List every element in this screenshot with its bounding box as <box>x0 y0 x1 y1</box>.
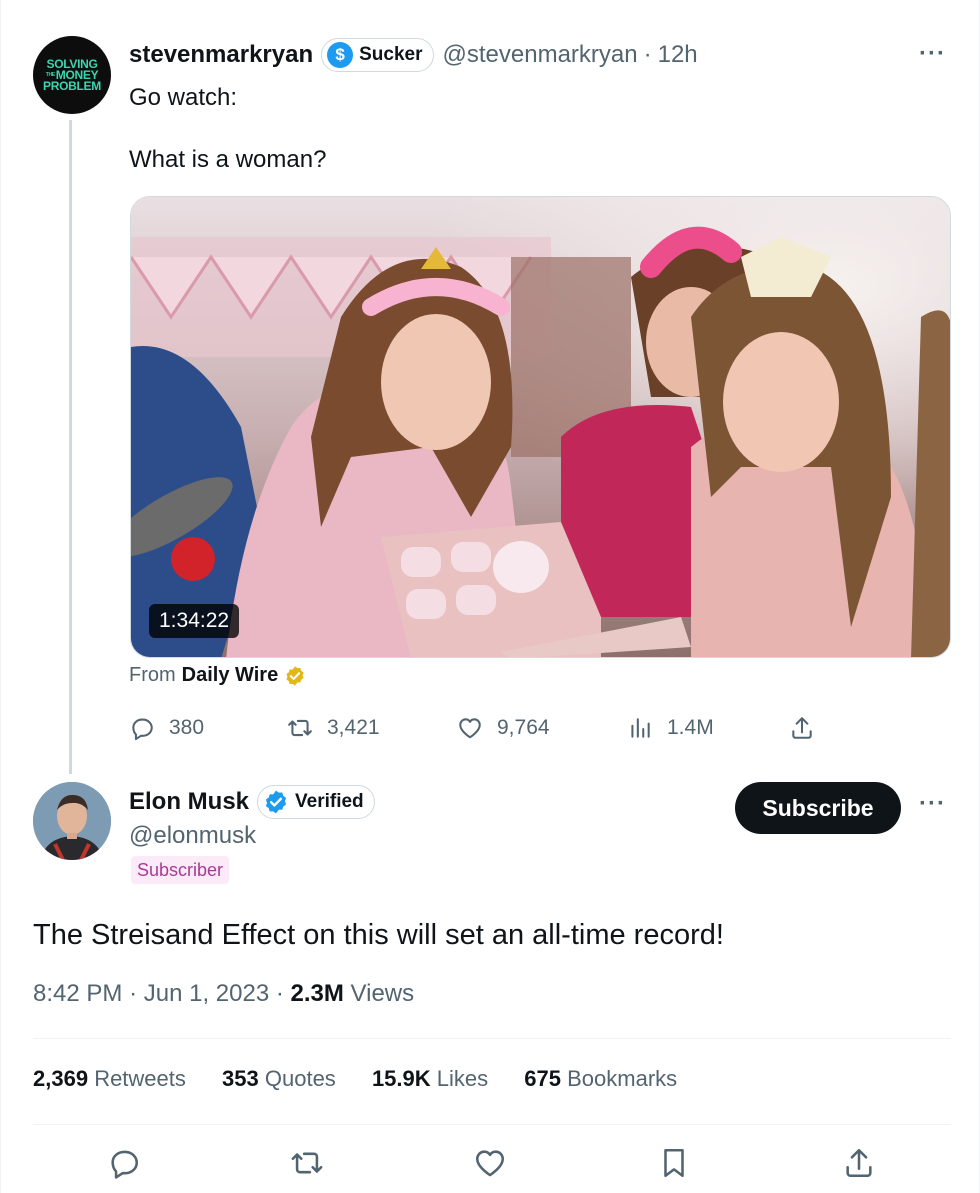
verified-badge[interactable]: Verified <box>257 785 375 819</box>
reply-action[interactable]: 380 <box>129 708 204 748</box>
sucker-badge[interactable]: $ Sucker <box>321 38 434 72</box>
stat-count: 15.9K <box>371 1066 431 1091</box>
stat-quotes[interactable]: 353 Quotes <box>222 1066 336 1091</box>
views-count: 2.3M <box>290 980 344 1007</box>
share-action[interactable] <box>789 708 815 748</box>
stat-likes[interactable]: 15.9K Likes <box>372 1066 488 1091</box>
tweet-time[interactable]: 8:42 PM <box>33 980 122 1007</box>
display-name[interactable]: Elon Musk <box>129 788 249 816</box>
share-icon <box>846 1148 872 1178</box>
stat-label: Bookmarks <box>567 1066 678 1091</box>
engagement-stats: 2,369 Retweets 353 Quotes 15.9K Likes 67… <box>33 1066 707 1092</box>
more-icon[interactable]: ··· <box>919 790 946 818</box>
avatar-stevenmarkryan[interactable]: SOLVING THEMONEY PROBLEM <box>33 36 111 114</box>
subscribe-button[interactable]: Subscribe <box>735 782 901 834</box>
main-tweet-header: Elon Musk Verified <box>129 782 375 822</box>
source-name[interactable]: Daily Wire <box>182 664 279 687</box>
stat-count: 2,369 <box>33 1066 89 1091</box>
verified-check-icon <box>265 790 287 814</box>
video-source-attribution: From Daily Wire <box>129 664 306 687</box>
stat-label: Quotes <box>264 1066 336 1091</box>
separator-dot: · <box>643 41 652 68</box>
video-thumbnail[interactable] <box>130 196 951 658</box>
share-button[interactable] <box>842 1146 876 1180</box>
stat-label: Likes <box>436 1066 489 1091</box>
tweet-time[interactable]: 12h <box>658 41 698 69</box>
parent-tweet-header: stevenmarkryan $ Sucker @stevenmarkryan … <box>129 38 698 72</box>
stat-retweets[interactable]: 2,369 Retweets <box>33 1066 186 1091</box>
bookmark-button[interactable] <box>657 1146 691 1180</box>
views-action[interactable]: 1.4M <box>627 708 714 748</box>
from-label: From <box>129 664 176 686</box>
like-button[interactable] <box>473 1146 507 1180</box>
like-count: 9,764 <box>497 716 550 739</box>
avatar-text-line2: THE <box>45 71 55 78</box>
separator-dot: · <box>275 980 291 1007</box>
badge-label: Sucker <box>359 44 423 65</box>
tweet-meta: 8:42 PM · Jun 1, 2023 · 2.3M Views <box>33 980 414 1008</box>
divider <box>33 1038 951 1039</box>
like-icon <box>475 1150 505 1177</box>
views-label: Views <box>350 980 415 1007</box>
video-duration: 1:34:22 <box>149 604 240 638</box>
more-icon[interactable]: ··· <box>919 40 946 68</box>
reply-count: 380 <box>169 716 205 739</box>
reply-icon <box>111 1150 139 1179</box>
thread-connector-line <box>69 120 72 774</box>
parent-tweet-actions: 380 3,421 9,764 1.4M <box>129 708 829 748</box>
like-icon <box>459 718 481 739</box>
tweet-thread: SOLVING THEMONEY PROBLEM stevenmarkryan … <box>0 0 980 1193</box>
retweet-button[interactable] <box>290 1146 324 1180</box>
views-icon <box>631 718 650 738</box>
tweet-text-line1: Go watch: <box>129 84 238 111</box>
stat-count: 353 <box>222 1066 259 1091</box>
retweet-count: 3,421 <box>327 716 380 739</box>
stat-label: Retweets <box>94 1066 186 1091</box>
reply-icon <box>132 718 153 741</box>
tweet-text-line2: What is a woman? <box>129 146 327 173</box>
gold-check-icon <box>286 665 304 686</box>
avatar-text-line4: PROBLEM <box>43 78 101 93</box>
like-action[interactable]: 9,764 <box>457 708 550 748</box>
views-count: 1.4M <box>667 716 714 739</box>
avatar-elonmusk[interactable] <box>33 782 111 860</box>
retweet-action[interactable]: 3,421 <box>287 708 380 748</box>
stat-count: 675 <box>524 1066 561 1091</box>
subscriber-badge: Subscriber <box>131 856 230 884</box>
display-name[interactable]: stevenmarkryan <box>129 41 313 69</box>
stat-bookmarks[interactable]: 675 Bookmarks <box>524 1066 677 1091</box>
handle[interactable]: @stevenmarkryan <box>443 41 638 69</box>
badge-label: Verified <box>295 791 364 812</box>
retweet-icon <box>291 1152 323 1174</box>
share-icon <box>792 717 812 739</box>
separator-dot: · <box>129 980 144 1007</box>
handle[interactable]: @elonmusk <box>129 822 256 850</box>
divider <box>33 1124 951 1125</box>
tweet-text: The Streisand Effect on this will set an… <box>33 919 724 951</box>
bookmark-icon <box>664 1148 684 1178</box>
dollar-icon: $ <box>327 42 354 68</box>
reply-button[interactable] <box>107 1146 141 1180</box>
retweet-icon <box>288 719 312 737</box>
tweet-date[interactable]: Jun 1, 2023 <box>144 980 269 1007</box>
